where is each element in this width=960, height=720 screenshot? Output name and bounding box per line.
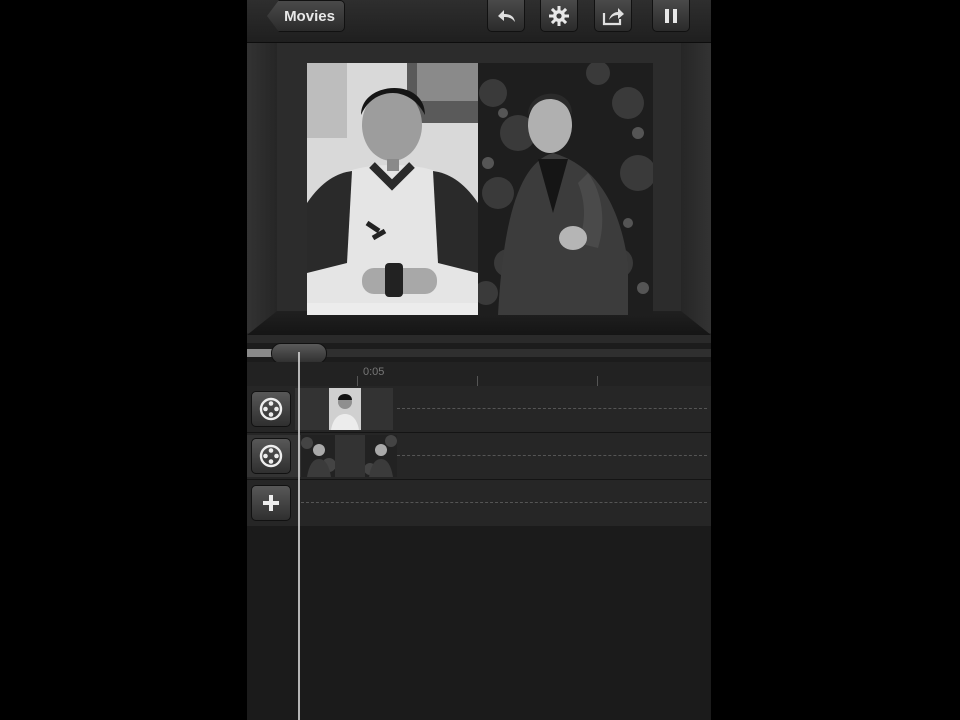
ruler-tick [477,376,478,386]
stage-side-left [247,43,277,333]
track-1-media-button[interactable] [251,391,291,427]
track-2-media-button[interactable] [251,438,291,474]
ruler-tick [357,376,358,386]
film-reel-icon [259,444,283,468]
video-preview[interactable] [307,63,653,315]
settings-button[interactable] [540,0,578,32]
preview-right-clip [478,63,653,315]
pause-button[interactable] [652,0,690,32]
movies-back-button[interactable]: Movies [267,0,345,32]
track-1-clip[interactable] [295,388,393,430]
clip-thumbnail [329,388,361,430]
ruler-tick [597,376,598,386]
plus-icon [263,495,279,511]
person-standing-image [478,63,653,315]
timeline-ruler: 0:05 [247,362,711,387]
clip-thumbnail [365,435,397,477]
video-editor-app: Movies 0:05 [247,0,711,720]
back-button-label: Movies [284,7,335,25]
pause-icon [665,8,677,23]
gear-icon [549,5,569,26]
add-track-button[interactable] [251,485,291,521]
track-2-empty-placeholder [397,455,707,456]
track-1-empty-placeholder [397,408,707,409]
add-track-placeholder [301,502,707,503]
share-icon [602,7,624,25]
clip-thumbnail [301,435,335,477]
preview-left-clip [307,63,478,315]
film-reel-icon [259,397,283,421]
undo-icon [498,9,515,22]
ruler-time-label: 0:05 [363,366,385,378]
preview-stage [247,43,711,343]
stage-side-right [681,43,711,333]
person-seated-image [307,63,478,315]
add-track-row [247,480,711,527]
undo-button[interactable] [487,0,525,32]
video-track-2 [247,433,711,480]
timeline-empty-area [247,526,711,720]
top-toolbar: Movies [247,0,711,43]
video-track-1 [247,386,711,433]
share-button[interactable] [594,0,632,32]
timeline-playhead[interactable] [298,352,300,720]
